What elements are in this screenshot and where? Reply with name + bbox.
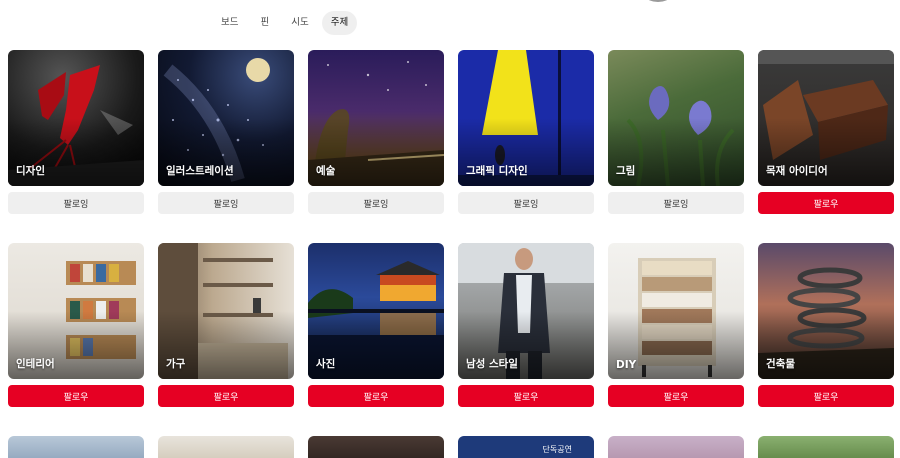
topic-card: 남성 스타일 팔로우 (458, 243, 594, 436)
topic-tile[interactable] (308, 436, 444, 458)
following-button[interactable]: 팔로잉 (8, 192, 144, 214)
tab-boards[interactable]: 보드 (212, 11, 247, 35)
topic-label: 건축물 (766, 358, 795, 370)
following-button[interactable]: 팔로잉 (608, 192, 744, 214)
topic-label: 남성 스타일 (466, 358, 518, 370)
topics-grid: 디자인 팔로잉 일러스트레이션 팔로잉 예술 팔로잉 그래픽 디자인 팔로잉 그… (8, 50, 896, 436)
topic-tile-interior[interactable]: 인테리어 (8, 243, 144, 379)
topic-label: 가구 (166, 358, 186, 370)
topic-tile-painting[interactable]: 그림 (608, 50, 744, 186)
topic-label: 일러스트레이션 (166, 165, 234, 177)
topic-tile[interactable]: 단독공연 (458, 436, 594, 458)
topic-card: 예술 팔로잉 (308, 50, 444, 243)
topic-tile-design[interactable]: 디자인 (8, 50, 144, 186)
topic-tile-wood-ideas[interactable]: 목재 아이디어 (758, 50, 894, 186)
topic-card: 인테리어 팔로우 (8, 243, 144, 436)
topic-label: 인테리어 (16, 358, 55, 370)
following-button[interactable]: 팔로잉 (308, 192, 444, 214)
topic-tile-architecture[interactable]: 건축물 (758, 243, 894, 379)
topic-card: 그래픽 디자인 팔로잉 (458, 50, 594, 243)
topic-label: 디자인 (16, 165, 45, 177)
topic-card: 그림 팔로잉 (608, 50, 744, 243)
topic-tile-photography[interactable]: 사진 (308, 243, 444, 379)
topic-label: DIY (616, 359, 637, 371)
topic-card: 디자인 팔로잉 (8, 50, 144, 243)
topic-card: 건축물 팔로우 (758, 243, 894, 436)
follow-button[interactable]: 팔로우 (308, 385, 444, 407)
follow-button[interactable]: 팔로우 (608, 385, 744, 407)
topic-tile-art[interactable]: 예술 (308, 50, 444, 186)
profile-avatar-edge (636, 0, 680, 2)
topic-tile[interactable] (158, 436, 294, 458)
banner-text: 단독공연 (542, 445, 572, 454)
follow-button[interactable]: 팔로우 (8, 385, 144, 407)
tab-pins[interactable]: 핀 (251, 11, 278, 35)
content-tabs: 보드 핀 시도 주제 (212, 11, 358, 35)
following-button[interactable]: 팔로잉 (458, 192, 594, 214)
topic-tile-graphic-design[interactable]: 그래픽 디자인 (458, 50, 594, 186)
topic-label: 그래픽 디자인 (466, 165, 528, 177)
topic-label: 예술 (316, 165, 336, 177)
topic-tile[interactable] (8, 436, 144, 458)
tab-tried[interactable]: 시도 (282, 11, 317, 35)
topic-label: 그림 (616, 165, 636, 177)
topic-card: DIY 팔로우 (608, 243, 744, 436)
topic-label: 목재 아이디어 (766, 165, 828, 177)
topic-card: 사진 팔로우 (308, 243, 444, 436)
topic-tile-mens-style[interactable]: 남성 스타일 (458, 243, 594, 379)
tab-topics[interactable]: 주제 (321, 11, 358, 35)
follow-button[interactable]: 팔로우 (758, 385, 894, 407)
following-button[interactable]: 팔로잉 (158, 192, 294, 214)
topic-label: 사진 (316, 358, 336, 370)
follow-button[interactable]: 팔로우 (458, 385, 594, 407)
topic-card: 가구 팔로우 (158, 243, 294, 436)
follow-button[interactable]: 팔로우 (758, 192, 894, 214)
topic-tile[interactable] (758, 436, 894, 458)
topic-tile-diy[interactable]: DIY (608, 243, 744, 379)
topic-card: 일러스트레이션 팔로잉 (158, 50, 294, 243)
topic-tile-furniture[interactable]: 가구 (158, 243, 294, 379)
topic-tile-illustration[interactable]: 일러스트레이션 (158, 50, 294, 186)
topics-row-partial: 단독공연 (8, 436, 894, 458)
topic-card: 목재 아이디어 팔로우 (758, 50, 894, 243)
follow-button[interactable]: 팔로우 (158, 385, 294, 407)
topic-tile[interactable] (608, 436, 744, 458)
